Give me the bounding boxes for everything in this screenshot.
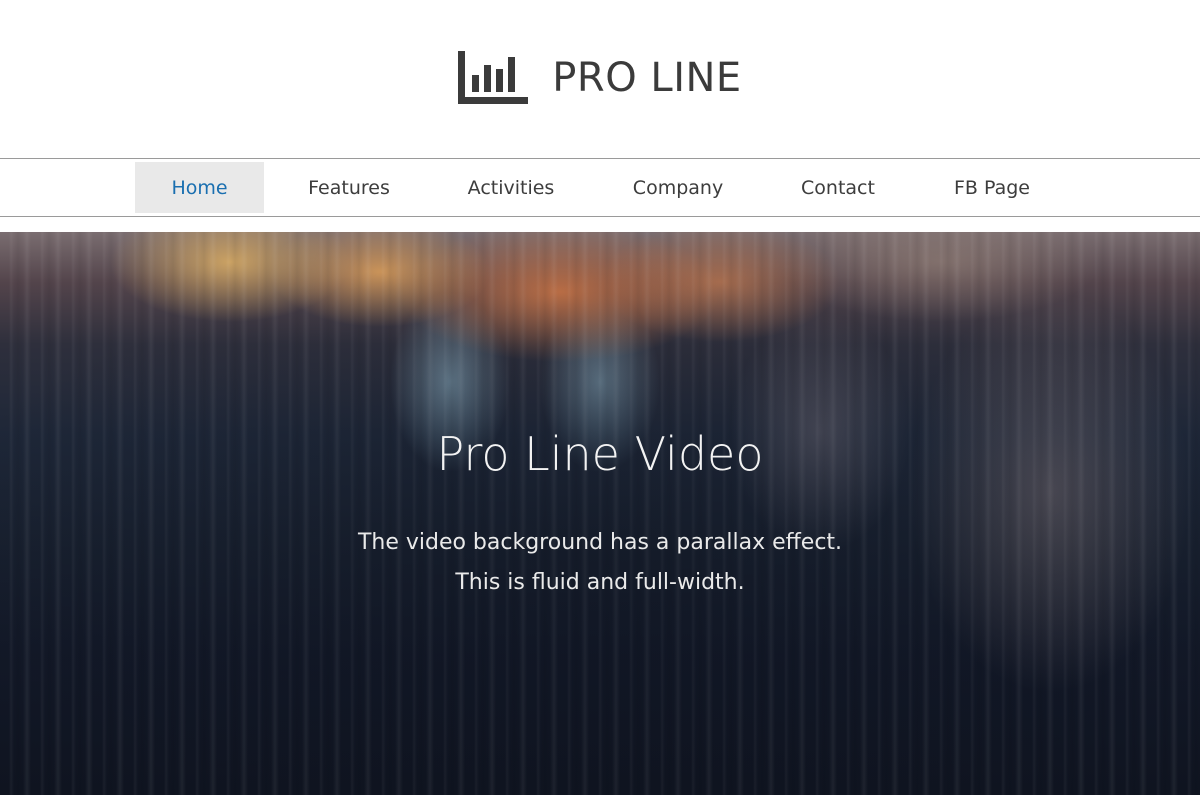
- hero-title: Pro Line Video: [436, 427, 764, 481]
- brand-logo[interactable]: PRO LINE: [0, 46, 1200, 110]
- nav-item-activities[interactable]: Activities: [450, 162, 572, 213]
- hero-description-line-2: This is fluid and full-width.: [455, 570, 745, 595]
- nav-item-fb-page[interactable]: FB Page: [935, 162, 1049, 213]
- hero-overlay: [0, 232, 1200, 795]
- bar-chart-icon: [458, 51, 529, 104]
- hero-description-line-1: The video background has a parallax effe…: [357, 530, 843, 555]
- nav-item-home[interactable]: Home: [135, 162, 264, 213]
- site-header: PRO LINE: [0, 0, 1200, 158]
- nav-item-contact[interactable]: Contact: [783, 162, 893, 213]
- nav-item-company[interactable]: Company: [612, 162, 744, 213]
- hero-video-section: Pro Line Video The video background has …: [0, 232, 1200, 795]
- nav-item-features[interactable]: Features: [288, 162, 410, 213]
- brand-name: PRO LINE: [552, 55, 742, 101]
- main-nav: Home Features Activities Company Contact…: [0, 158, 1200, 217]
